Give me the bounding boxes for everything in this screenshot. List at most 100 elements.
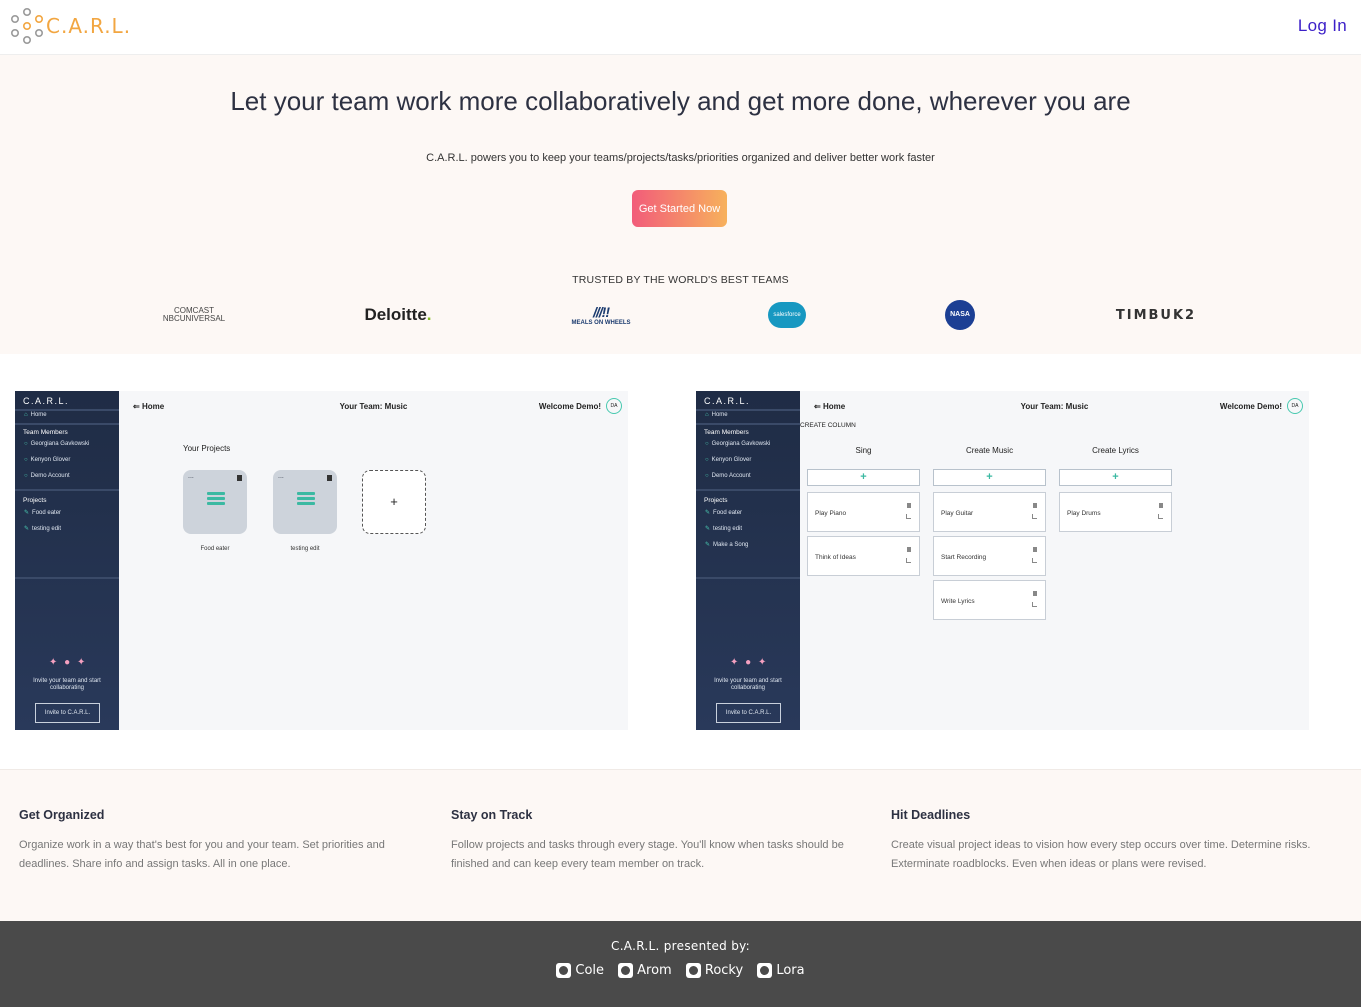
user-icon: ○ [705,457,709,463]
customer-logos: COMCAST NBCUNIVERSAL Deloitte. ///!! MEA… [0,300,1361,330]
your-projects-heading: Your Projects [183,444,231,453]
member-name: Georgiana Gavkowski [711,441,771,447]
salesforce-logo-text: salesforce [768,302,806,328]
project-card: ... [273,470,337,534]
user-icon: ○ [24,441,28,447]
task-card: Play Piano [807,492,920,532]
author-link-rocky[interactable]: Rocky [685,963,744,978]
task-title: Play Drums [1067,510,1101,517]
nasa-logo-text: NASA [945,300,975,330]
home-icon: ⌂ [705,412,709,418]
sidebar-member: ○ Georgiana Gavkowski [705,441,770,447]
hero-subtitle: C.A.R.L. powers you to keep your teams/p… [426,152,935,164]
sidebar-brand: C.A.R.L. [23,396,70,406]
login-link[interactable]: Log In [1298,16,1347,36]
edit-icon [1158,514,1163,519]
column-title: Sing [855,446,872,455]
invite-text: Invite your team and start collaborating [33,678,101,691]
screenshot-topbar: ⇐ Home Your Team: Music Welcome Demo! DA [119,391,628,421]
github-icon [685,963,701,978]
edit-icon: ✎ [705,510,711,516]
board-screenshot: C.A.R.L. ⌂ Home Team Members ○ Georgiana G… [696,391,1309,730]
nasa-logo: NASA [943,300,977,330]
brand-logo[interactable]: C.A.R.L. [9,7,131,45]
invite-button: Invite to C.A.R.L. [716,703,781,723]
project-name: testing edit [32,526,62,532]
user-icon: ○ [24,473,28,479]
sidebar-team-heading: Team Members [704,429,749,436]
sidebar-brand: C.A.R.L. [704,396,751,406]
sidebar-divider [15,409,119,411]
features-section: Get Organized Organize work in a way tha… [0,770,1361,921]
dashboard-screenshot: C.A.R.L. ⌂ Home Team Members ○ Georgiana G… [15,391,628,730]
sidebar-project: ✎ testing edit [705,525,742,532]
screenshot-topbar: ⇐ Home Your Team: Music Welcome Demo! DA [800,391,1309,421]
task-title: Play Guitar [941,510,974,517]
add-card-button: + [807,469,920,486]
member-name: Demo Account [711,473,751,479]
project-name: testing edit [713,526,743,532]
edit-icon: ✎ [24,526,30,532]
edit-icon [1032,602,1037,607]
author-name: Rocky [704,963,744,978]
trusted-heading: TRUSTED BY THE WORLD'S BEST TEAMS [572,274,789,286]
task-card: Play Drums [1059,492,1172,532]
feature-stay-on-track: Stay on Track Follow projects and tasks … [451,808,851,874]
feature-text: Follow projects and tasks through every … [451,839,844,870]
deloitte-logo-text: Deloitte [364,305,427,324]
invite-text: Invite your team and start collaborating [714,678,782,691]
hero-section: Let your team work more collaboratively … [0,55,1361,354]
user-icon: ○ [705,473,709,479]
invite-button: Invite to C.A.R.L. [35,703,100,723]
task-card: Start Recording [933,536,1046,576]
author-link-cole[interactable]: Cole [556,963,604,978]
user-icon: ○ [705,441,709,447]
author-link-arom[interactable]: Arom [618,963,672,978]
sidebar-project: ✎ testing edit [24,525,61,532]
footer: C.A.R.L. presented by: Cole Arom Rocky L… [0,921,1361,1007]
trash-icon [1159,503,1163,508]
sidebar-projects-heading: Projects [704,497,728,504]
author-link-lora[interactable]: Lora [757,963,805,978]
member-name: Kenyon Glover [711,457,752,463]
task-title: Think of Ideas [815,554,856,561]
trash-icon [907,503,911,508]
feature-hit-deadlines: Hit Deadlines Create visual project idea… [891,808,1331,874]
timbuk2-logo: TIMBUK2 [1112,300,1200,330]
meals-logo-text: MEALS ON WHEELS [571,320,631,326]
team-illustration: ✦ ● ✦ [730,657,769,668]
sidebar-projects-heading: Projects [23,497,47,504]
edit-icon [906,514,911,519]
deloitte-logo: Deloitte. [360,300,436,330]
get-started-button[interactable]: Get Started Now [632,190,727,227]
sidebar-member: ○ Demo Account [24,473,70,479]
add-card-button: + [933,469,1046,486]
github-icon [556,963,572,978]
feature-text: Create visual project ideas to vision ho… [891,839,1311,870]
edit-icon: ✎ [705,542,711,548]
sidebar-divider [15,577,119,579]
feature-get-organized: Get Organized Organize work in a way tha… [19,808,399,874]
add-card-button: + [1059,469,1172,486]
sidebar-member: ○ Demo Account [705,473,751,479]
sidebar-team-heading: Team Members [23,429,68,436]
hero-headline: Let your team work more collaboratively … [230,86,1131,116]
feature-text: Organize work in a way that's best for y… [19,839,385,870]
sidebar-divider [696,409,800,411]
member-name: Demo Account [30,473,70,479]
meals-logo-mark: ///!! [593,304,610,320]
task-card: Write Lyrics [933,580,1046,620]
project-name: Food eater [32,510,62,516]
welcome-text: Welcome Demo! [1219,402,1282,411]
molecule-logo-icon [10,7,43,44]
task-title: Write Lyrics [941,598,975,605]
task-card: Think of Ideas [807,536,920,576]
sidebar-item-home: ⌂ Home [24,412,47,418]
trash-icon [237,475,242,481]
github-icon [618,963,634,978]
github-icon [757,963,773,978]
edit-icon: ✎ [705,526,711,532]
top-navbar: C.A.R.L. Log In [0,0,1361,55]
sidebar-home-label: Home [30,412,47,418]
sidebar-project: ✎ Food eater [24,509,61,516]
